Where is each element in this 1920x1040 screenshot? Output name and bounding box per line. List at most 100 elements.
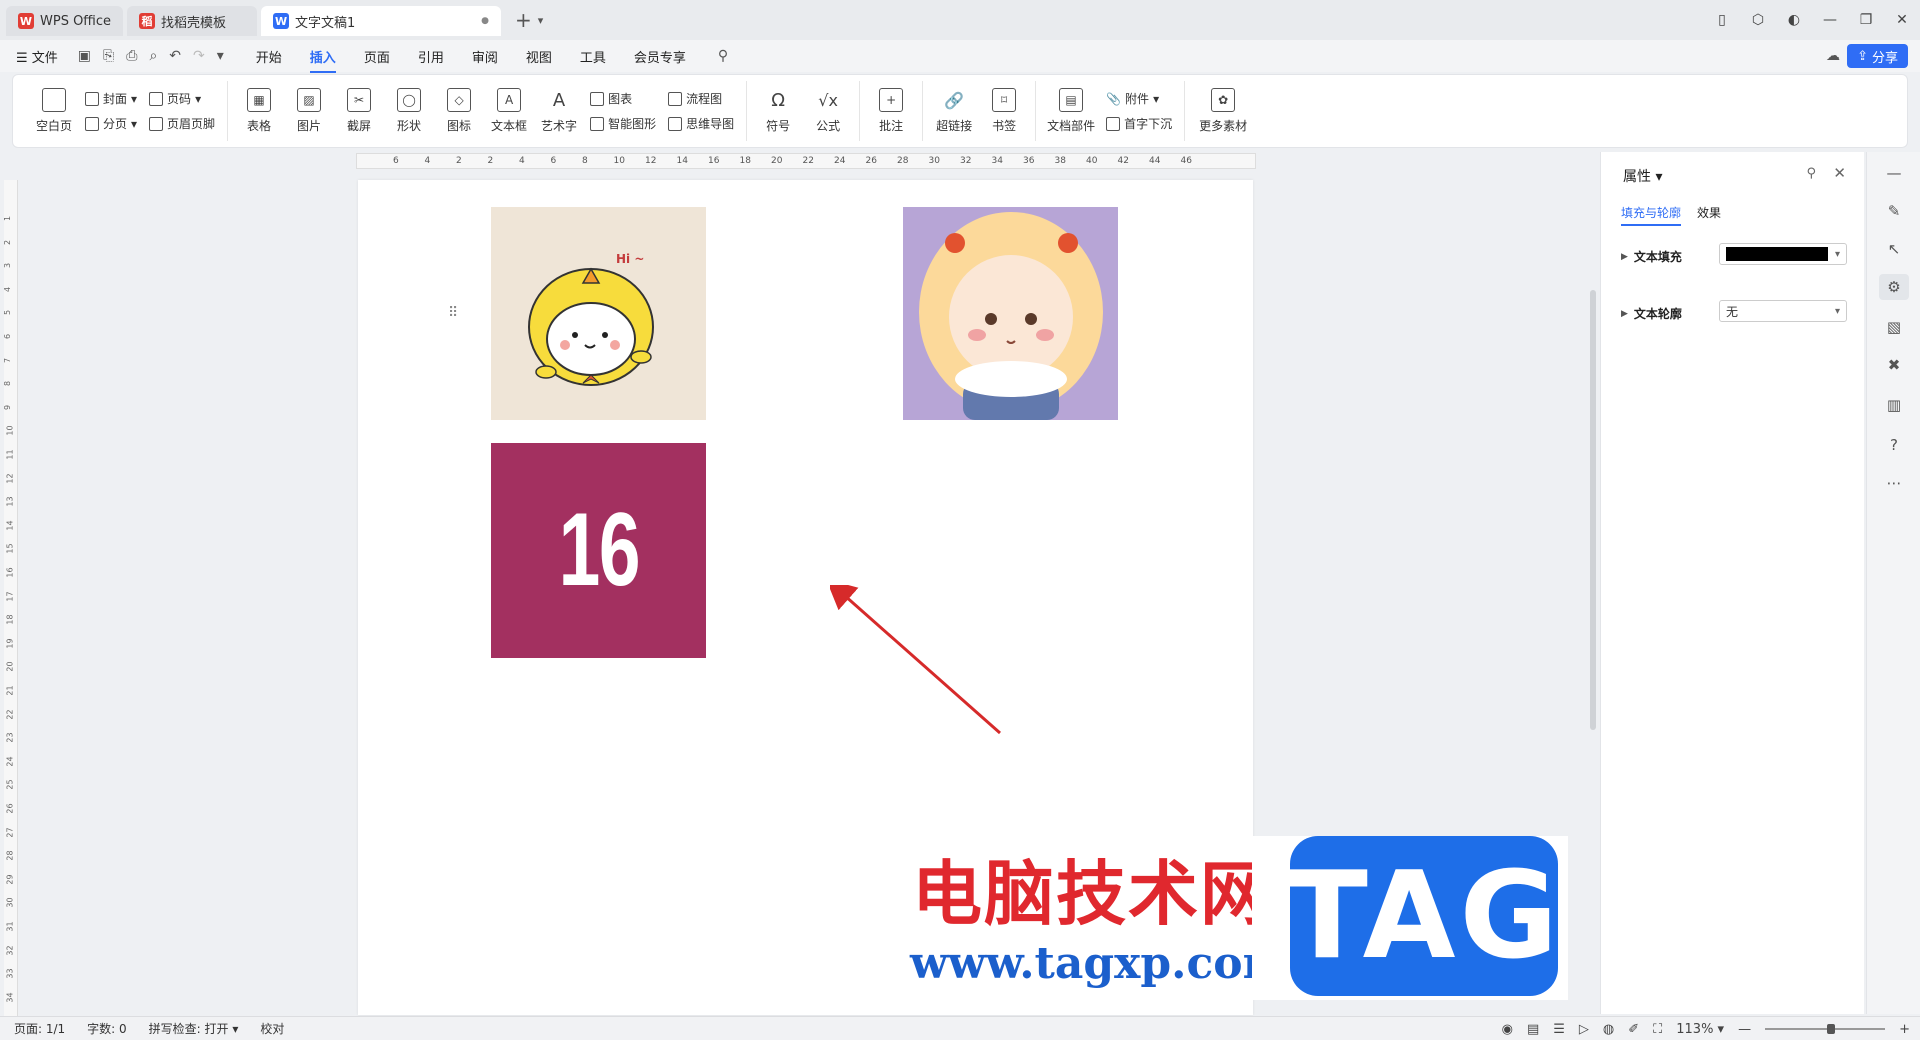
smart-graphic-button[interactable]: 智能图形 [590,115,656,132]
text-fill-row[interactable]: ▶ 文本填充 [1621,248,1682,265]
spell-check[interactable]: 拼写检查: 打开 ▾ [149,1020,239,1037]
tab-effect[interactable]: 效果 [1697,204,1721,226]
picture-button[interactable]: ▨ 图片 [284,82,334,140]
zoom-slider-thumb[interactable] [1826,1024,1835,1034]
flowchart-button[interactable]: 流程图 [668,90,734,107]
menu-file[interactable]: ☰ 文件 [16,47,58,66]
cloud-icon[interactable]: ☁ [1826,48,1840,64]
expand-triangle-icon: ▶ [1621,251,1628,262]
symbol-button[interactable]: Ω 符号 [753,82,803,140]
comment-button[interactable]: + 批注 [866,82,916,140]
close-icon[interactable]: ✕ [1884,12,1920,28]
tab-wps-office[interactable]: W WPS Office [6,6,124,36]
menu-review[interactable]: 审阅 [472,47,498,66]
tab-label: 文字文稿1 [295,15,356,31]
page-number-button[interactable]: 页码 ▾ [149,90,215,107]
restore-icon[interactable]: ❐ [1848,12,1884,28]
text-fill-select[interactable]: ▾ [1719,243,1847,265]
menu-references[interactable]: 引用 [418,47,444,66]
formula-button[interactable]: √x 公式 [803,82,853,140]
pin-icon[interactable]: ⚲ [1806,166,1816,181]
web-view-icon[interactable]: ◍ [1603,1022,1614,1037]
textbox-button[interactable]: A 文本框 [484,82,534,140]
chick-sticker-image[interactable]: Hi ~ [491,207,706,420]
zoom-level[interactable]: 113% ▾ [1676,1022,1724,1037]
number-16-image[interactable]: 16 [491,443,706,658]
icon-button[interactable]: ◇ 图标 [434,82,484,140]
fit-page-icon[interactable]: ⛶ [1653,1022,1662,1037]
doc-parts-button[interactable]: ▤ 文档部件 [1042,82,1100,140]
save-icon[interactable]: ▣ [78,48,91,64]
bookmark-button[interactable]: ⌑ 书签 [979,82,1029,140]
tab-fill-outline[interactable]: 填充与轮廓 [1621,204,1682,226]
hyperlink-button[interactable]: 🔗 超链接 [929,82,979,140]
header-footer-button[interactable]: 页眉页脚 [149,115,215,132]
tab-list-chevron-icon[interactable]: ▾ [538,14,544,27]
text-outline-row[interactable]: ▶ 文本轮廓 [1621,305,1682,322]
tools-icon[interactable]: ✖ [1884,356,1904,376]
wordart-button[interactable]: A 艺术字 [534,82,584,140]
panel-close-icon[interactable]: ✕ [1833,164,1846,182]
tab-template[interactable]: 稻 找稻壳模板 [127,6,258,36]
outline-view-icon[interactable]: ☰ [1553,1022,1565,1037]
word-count[interactable]: 字数: 0 [87,1020,127,1037]
menu-view[interactable]: 视图 [526,47,552,66]
ruler-tick: 20 [771,156,783,166]
edit-image-icon[interactable]: ▧ [1884,318,1904,338]
chart-button[interactable]: 图表 [590,90,656,107]
tab-document[interactable]: W 文字文稿1 ● [261,6,502,36]
book-icon[interactable]: ▥ [1884,396,1904,416]
pen-icon[interactable]: ✎ [1884,202,1904,222]
attachment-button[interactable]: 📎 附件 ▾ [1106,90,1172,107]
girl-illustration-image[interactable] [903,207,1118,420]
redo-icon[interactable]: ↷ [193,48,205,64]
zoom-slider[interactable] [1765,1024,1886,1034]
cube-icon[interactable]: ⬡ [1740,12,1776,28]
cursor-icon[interactable]: ↖ [1884,240,1904,260]
text-outline-select[interactable]: 无 ▾ [1719,300,1847,322]
eye-icon[interactable]: ◉ [1502,1022,1513,1037]
export-icon[interactable]: ⎘ [103,48,114,64]
drag-handle-icon[interactable]: ⠿ [448,305,458,321]
minimize-icon[interactable]: — [1812,12,1848,28]
menu-member[interactable]: 会员专享 [634,47,686,66]
screenshot-button[interactable]: ✂ 截屏 [334,82,384,140]
layout-icon[interactable]: ▯ [1704,12,1740,28]
more-icon[interactable]: ⋯ [1884,474,1904,494]
mindmap-button[interactable]: 思维导图 [668,115,734,132]
cover-button[interactable]: 封面 ▾ [85,90,137,107]
proofread[interactable]: 校对 [260,1020,284,1037]
shape-button[interactable]: ◯ 形状 [384,82,434,140]
page-count[interactable]: 页面: 1/1 [14,1020,65,1037]
new-tab-plus-icon[interactable]: + [515,8,532,32]
horizontal-ruler[interactable]: 6 4 2 2 4 6 8 10 12 14 16 18 20 22 24 26 28 30 32 34 36 38 40 4… [356,153,1256,169]
search-icon[interactable]: ⚲ [718,48,728,64]
play-icon[interactable]: ▷ [1579,1022,1589,1037]
avatar[interactable]: ◐ [1776,12,1812,28]
share-button[interactable]: ⇪ 分享 [1847,44,1908,68]
menu-start[interactable]: 开始 [256,47,282,66]
menu-tools[interactable]: 工具 [580,47,606,66]
menu-page[interactable]: 页面 [364,47,390,66]
properties-title[interactable]: 属性 ▾ [1623,166,1662,186]
document-scrollbar[interactable] [1590,290,1596,730]
drop-cap-button[interactable]: 首字下沉 [1106,115,1172,132]
help-icon[interactable]: ? [1884,436,1904,456]
collapse-icon[interactable]: — [1884,164,1904,184]
print-icon[interactable]: ⎙ [126,48,137,64]
blank-page-button[interactable]: 空白页 [29,82,79,140]
brush-icon[interactable]: ✐ [1628,1022,1639,1037]
undo-icon[interactable]: ↶ [169,48,181,64]
more-materials-button[interactable]: ✿ 更多素材 [1191,82,1255,140]
vertical-ruler[interactable]: 1 2 3 4 5 6 7 8 9 10 11 12 13 14 15 16 17 18 19 20 21 22 23 24 2… [3,180,18,1020]
page-break-button[interactable]: 分页 ▾ [85,115,137,132]
quick-access-chevron-icon[interactable]: ▾ [217,48,224,64]
table-button[interactable]: ▦ 表格 [234,82,284,140]
menu-insert[interactable]: 插入 [309,47,336,73]
adjust-icon[interactable]: ⚙ [1879,274,1909,300]
watermark-url: www.tagxp.com [910,938,1290,989]
zoom-out-icon[interactable]: — [1738,1022,1751,1037]
print-preview-icon[interactable]: ⌕ [149,48,157,64]
page-view-icon[interactable]: ▤ [1527,1022,1539,1037]
zoom-in-icon[interactable]: + [1899,1022,1910,1037]
